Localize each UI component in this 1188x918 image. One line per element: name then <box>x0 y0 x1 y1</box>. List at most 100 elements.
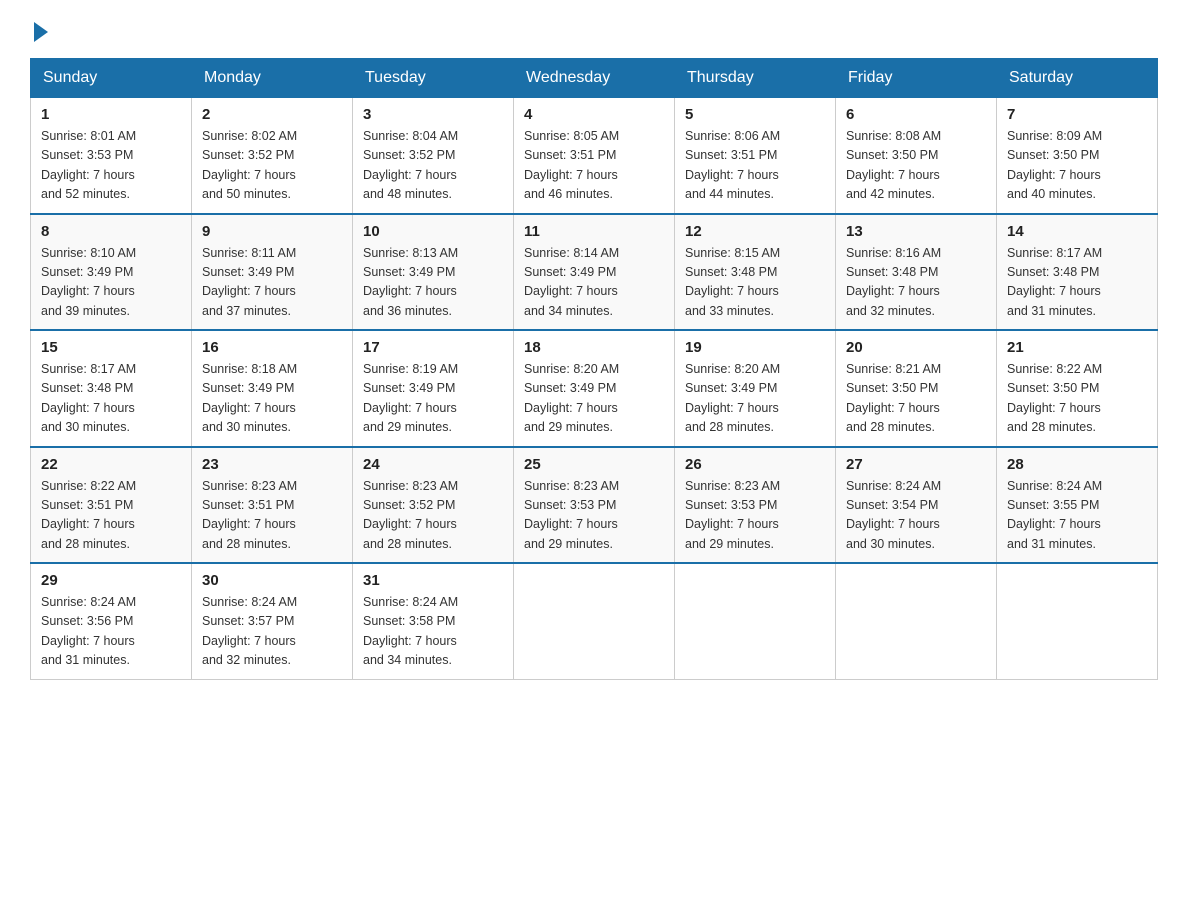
day-number: 11 <box>524 223 664 240</box>
calendar-day-cell: 19 Sunrise: 8:20 AMSunset: 3:49 PMDayligh… <box>675 330 836 447</box>
day-number: 4 <box>524 106 664 123</box>
day-number: 30 <box>202 572 342 589</box>
day-info: Sunrise: 8:24 AMSunset: 3:58 PMDaylight:… <box>363 593 503 671</box>
day-number: 7 <box>1007 106 1147 123</box>
calendar-day-cell: 18Sunrise: 8:20 AMSunset: 3:49 PMDayligh… <box>514 330 675 447</box>
day-info: Sunrise: 8:17 AMSunset: 3:48 PMDaylight:… <box>41 360 181 438</box>
day-number: 17 <box>363 339 503 356</box>
day-of-week-header: Monday <box>192 59 353 98</box>
day-info: Sunrise: 8:10 AMSunset: 3:49 PMDaylight:… <box>41 244 181 322</box>
day-info: Sunrise: 8:13 AMSunset: 3:49 PMDaylight:… <box>363 244 503 322</box>
calendar-day-cell: 24Sunrise: 8:23 AMSunset: 3:52 PMDayligh… <box>353 447 514 564</box>
calendar-header-row: SundayMondayTuesdayWednesdayThursdayFrid… <box>31 59 1158 98</box>
day-of-week-header: Friday <box>836 59 997 98</box>
day-info: Sunrise: 8:24 AMSunset: 3:56 PMDaylight:… <box>41 593 181 671</box>
day-info: Sunrise: 8:24 AMSunset: 3:54 PMDaylight:… <box>846 477 986 555</box>
calendar-week-row: 8 Sunrise: 8:10 AMSunset: 3:49 PMDaylight… <box>31 214 1158 331</box>
day-number: 24 <box>363 456 503 473</box>
day-number: 23 <box>202 456 342 473</box>
day-number: 25 <box>524 456 664 473</box>
calendar-week-row: 29 Sunrise: 8:24 AMSunset: 3:56 PMDayligh… <box>31 563 1158 679</box>
calendar-day-cell: 5 Sunrise: 8:06 AMSunset: 3:51 PMDaylight… <box>675 98 836 214</box>
day-number: 6 <box>846 106 986 123</box>
calendar-day-cell: 25 Sunrise: 8:23 AMSunset: 3:53 PMDayligh… <box>514 447 675 564</box>
day-of-week-header: Saturday <box>997 59 1158 98</box>
day-info: Sunrise: 8:15 AMSunset: 3:48 PMDaylight:… <box>685 244 825 322</box>
day-number: 13 <box>846 223 986 240</box>
day-number: 3 <box>363 106 503 123</box>
calendar-day-cell <box>514 563 675 679</box>
day-info: Sunrise: 8:14 AMSunset: 3:49 PMDaylight:… <box>524 244 664 322</box>
day-number: 9 <box>202 223 342 240</box>
calendar-day-cell: 30 Sunrise: 8:24 AMSunset: 3:57 PMDayligh… <box>192 563 353 679</box>
calendar-day-cell: 2 Sunrise: 8:02 AMSunset: 3:52 PMDaylight… <box>192 98 353 214</box>
day-info: Sunrise: 8:20 AMSunset: 3:49 PMDaylight:… <box>685 360 825 438</box>
calendar-day-cell: 31 Sunrise: 8:24 AMSunset: 3:58 PMDayligh… <box>353 563 514 679</box>
day-number: 28 <box>1007 456 1147 473</box>
calendar-day-cell: 21 Sunrise: 8:22 AMSunset: 3:50 PMDayligh… <box>997 330 1158 447</box>
day-info: Sunrise: 8:02 AMSunset: 3:52 PMDaylight:… <box>202 127 342 205</box>
day-number: 8 <box>41 223 181 240</box>
calendar-table: SundayMondayTuesdayWednesdayThursdayFrid… <box>30 58 1158 680</box>
day-info: Sunrise: 8:08 AMSunset: 3:50 PMDaylight:… <box>846 127 986 205</box>
day-info: Sunrise: 8:24 AMSunset: 3:57 PMDaylight:… <box>202 593 342 671</box>
calendar-day-cell: 27Sunrise: 8:24 AMSunset: 3:54 PMDayligh… <box>836 447 997 564</box>
calendar-day-cell <box>836 563 997 679</box>
calendar-day-cell: 17 Sunrise: 8:19 AMSunset: 3:49 PMDayligh… <box>353 330 514 447</box>
day-number: 1 <box>41 106 181 123</box>
calendar-day-cell: 6 Sunrise: 8:08 AMSunset: 3:50 PMDaylight… <box>836 98 997 214</box>
day-number: 18 <box>524 339 664 356</box>
day-number: 19 <box>685 339 825 356</box>
day-number: 26 <box>685 456 825 473</box>
calendar-day-cell: 29 Sunrise: 8:24 AMSunset: 3:56 PMDayligh… <box>31 563 192 679</box>
day-of-week-header: Thursday <box>675 59 836 98</box>
calendar-day-cell: 26 Sunrise: 8:23 AMSunset: 3:53 PMDayligh… <box>675 447 836 564</box>
day-number: 31 <box>363 572 503 589</box>
page-header <box>30 20 1158 38</box>
day-number: 21 <box>1007 339 1147 356</box>
day-number: 22 <box>41 456 181 473</box>
calendar-day-cell: 9 Sunrise: 8:11 AMSunset: 3:49 PMDaylight… <box>192 214 353 331</box>
logo-arrow-icon <box>34 22 48 42</box>
day-of-week-header: Wednesday <box>514 59 675 98</box>
day-info: Sunrise: 8:22 AMSunset: 3:50 PMDaylight:… <box>1007 360 1147 438</box>
day-info: Sunrise: 8:06 AMSunset: 3:51 PMDaylight:… <box>685 127 825 205</box>
calendar-day-cell: 22 Sunrise: 8:22 AMSunset: 3:51 PMDayligh… <box>31 447 192 564</box>
calendar-day-cell: 12 Sunrise: 8:15 AMSunset: 3:48 PMDayligh… <box>675 214 836 331</box>
day-of-week-header: Sunday <box>31 59 192 98</box>
day-number: 16 <box>202 339 342 356</box>
calendar-day-cell: 1 Sunrise: 8:01 AMSunset: 3:53 PMDaylight… <box>31 98 192 214</box>
calendar-day-cell: 8 Sunrise: 8:10 AMSunset: 3:49 PMDaylight… <box>31 214 192 331</box>
day-info: Sunrise: 8:19 AMSunset: 3:49 PMDaylight:… <box>363 360 503 438</box>
day-info: Sunrise: 8:04 AMSunset: 3:52 PMDaylight:… <box>363 127 503 205</box>
day-of-week-header: Tuesday <box>353 59 514 98</box>
day-info: Sunrise: 8:18 AMSunset: 3:49 PMDaylight:… <box>202 360 342 438</box>
day-number: 2 <box>202 106 342 123</box>
day-info: Sunrise: 8:23 AMSunset: 3:53 PMDaylight:… <box>524 477 664 555</box>
calendar-week-row: 15 Sunrise: 8:17 AMSunset: 3:48 PMDayligh… <box>31 330 1158 447</box>
calendar-week-row: 22 Sunrise: 8:22 AMSunset: 3:51 PMDayligh… <box>31 447 1158 564</box>
calendar-day-cell <box>675 563 836 679</box>
day-number: 29 <box>41 572 181 589</box>
day-number: 12 <box>685 223 825 240</box>
day-info: Sunrise: 8:23 AMSunset: 3:51 PMDaylight:… <box>202 477 342 555</box>
calendar-day-cell: 4Sunrise: 8:05 AMSunset: 3:51 PMDaylight… <box>514 98 675 214</box>
calendar-day-cell: 28 Sunrise: 8:24 AMSunset: 3:55 PMDayligh… <box>997 447 1158 564</box>
day-number: 5 <box>685 106 825 123</box>
day-info: Sunrise: 8:24 AMSunset: 3:55 PMDaylight:… <box>1007 477 1147 555</box>
calendar-day-cell: 11 Sunrise: 8:14 AMSunset: 3:49 PMDayligh… <box>514 214 675 331</box>
calendar-day-cell: 13 Sunrise: 8:16 AMSunset: 3:48 PMDayligh… <box>836 214 997 331</box>
day-info: Sunrise: 8:17 AMSunset: 3:48 PMDaylight:… <box>1007 244 1147 322</box>
day-info: Sunrise: 8:22 AMSunset: 3:51 PMDaylight:… <box>41 477 181 555</box>
calendar-day-cell: 7Sunrise: 8:09 AMSunset: 3:50 PMDaylight… <box>997 98 1158 214</box>
day-number: 10 <box>363 223 503 240</box>
day-number: 15 <box>41 339 181 356</box>
calendar-day-cell: 3 Sunrise: 8:04 AMSunset: 3:52 PMDaylight… <box>353 98 514 214</box>
day-number: 14 <box>1007 223 1147 240</box>
day-info: Sunrise: 8:23 AMSunset: 3:53 PMDaylight:… <box>685 477 825 555</box>
calendar-day-cell <box>997 563 1158 679</box>
day-info: Sunrise: 8:01 AMSunset: 3:53 PMDaylight:… <box>41 127 181 205</box>
day-info: Sunrise: 8:11 AMSunset: 3:49 PMDaylight:… <box>202 244 342 322</box>
calendar-day-cell: 20Sunrise: 8:21 AMSunset: 3:50 PMDayligh… <box>836 330 997 447</box>
day-info: Sunrise: 8:16 AMSunset: 3:48 PMDaylight:… <box>846 244 986 322</box>
